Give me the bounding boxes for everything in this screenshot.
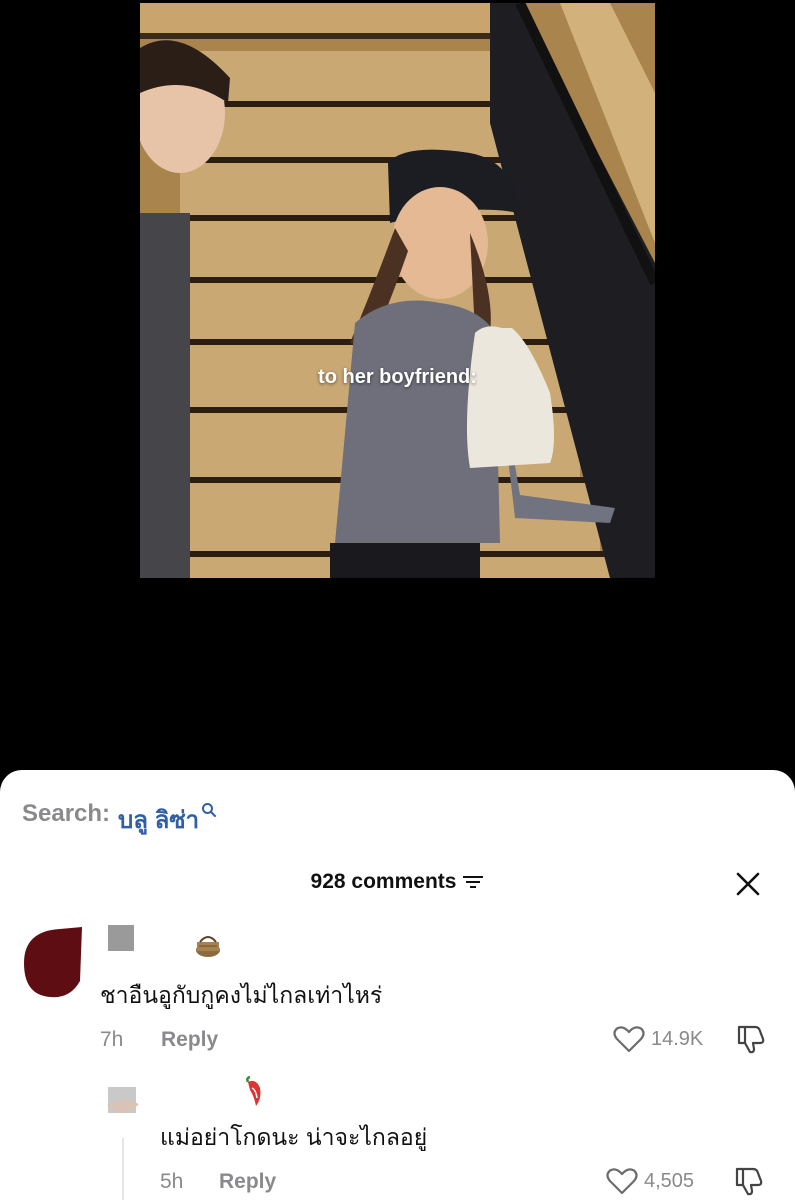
reply-button-2[interactable]: Reply	[219, 1170, 276, 1194]
search-icon	[202, 803, 217, 817]
video-area[interactable]: to her boyfriend:	[0, 0, 795, 790]
basket-icon	[196, 936, 220, 957]
video-frame[interactable]: to her boyfriend:	[140, 3, 655, 578]
video-still-image	[140, 3, 655, 578]
heart-icon	[606, 1168, 638, 1195]
heart-icon	[613, 1026, 645, 1053]
comments-count-header[interactable]: 928 comments	[0, 870, 795, 894]
thread-line	[122, 1138, 124, 1200]
reply-time: 5h	[160, 1170, 184, 1193]
filter-icon[interactable]	[462, 874, 484, 890]
like-count: 14.9K	[651, 1027, 704, 1050]
reply-avatar[interactable]	[104, 1100, 142, 1120]
search-prefix: Search:	[22, 800, 111, 827]
comment-time: 7h	[100, 1028, 124, 1051]
comment-text: ชาอืนอูกับกูคงไม่ไกลเท่าไหร่	[100, 982, 383, 1008]
video-caption: to her boyfriend:	[318, 366, 477, 388]
reply-text: แม่อย่าโกดนะ น่าจะไกลอยู่	[160, 1124, 428, 1150]
comments-sheet: Search: บลู ลิซ่า 928 comments ชาอืนอูกั…	[0, 770, 795, 1200]
chili-icon	[246, 1076, 261, 1106]
comments-count: 928 comments	[310, 870, 457, 893]
dislike-icon[interactable]	[733, 1165, 765, 1197]
like-button[interactable]: 14.9K	[613, 1025, 703, 1053]
username-redacted[interactable]	[108, 925, 134, 951]
close-icon[interactable]	[735, 871, 761, 897]
like-button-2[interactable]: 4,505	[606, 1167, 694, 1195]
reply-button[interactable]: Reply	[161, 1028, 218, 1052]
search-suggestion[interactable]: Search: บลู ลิซ่า	[22, 800, 217, 839]
search-term[interactable]: บลู ลิซ่า	[118, 800, 199, 839]
like-count-2: 4,505	[644, 1169, 695, 1192]
avatar[interactable]	[20, 925, 86, 999]
dislike-icon[interactable]	[735, 1023, 767, 1055]
